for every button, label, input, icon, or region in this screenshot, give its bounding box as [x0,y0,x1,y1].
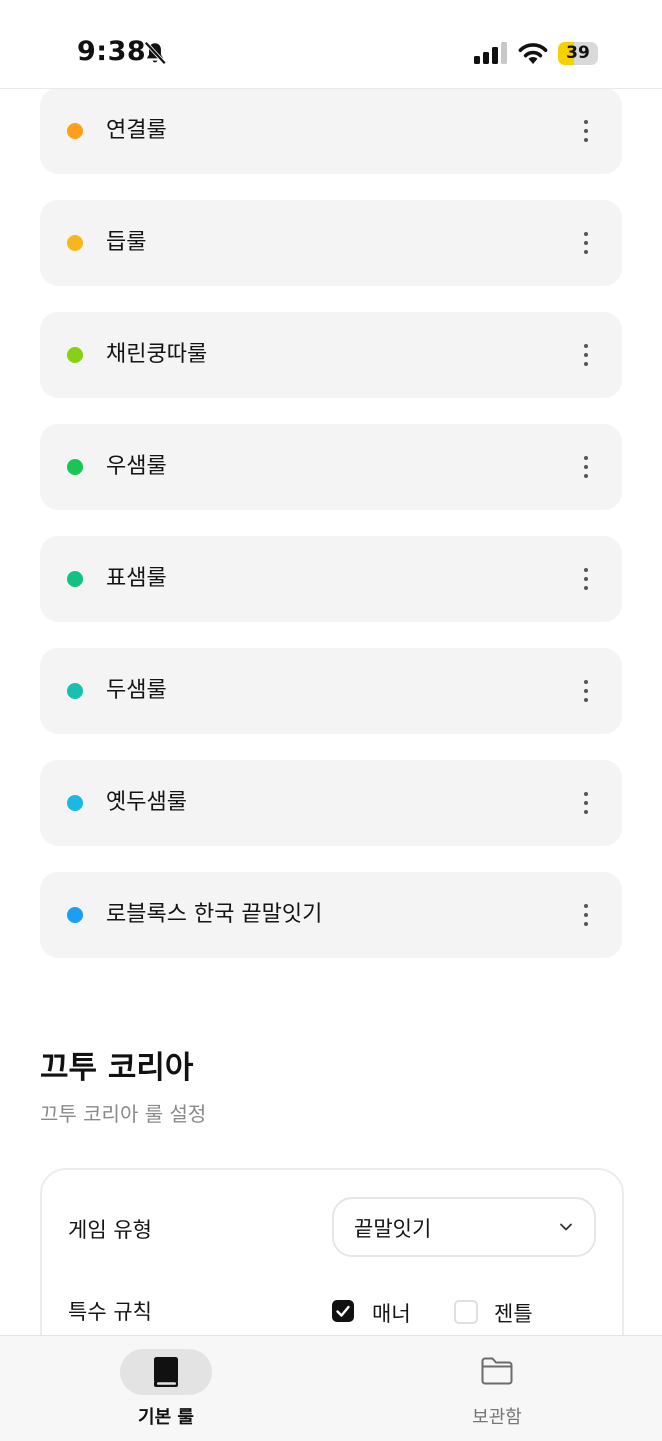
section-title: 끄투 코리아 [40,1050,194,1086]
rule-label: 듭룰 [106,230,147,255]
section-subtitle: 끄투 코리아 룰 설정 [40,1102,207,1126]
chevron-down-icon [560,1223,572,1231]
rule-color-dot [67,683,83,699]
more-options-icon[interactable] [576,452,596,482]
rule-label: 로블록스 한국 끝말잇기 [106,902,323,927]
rule-color-dot [67,459,83,475]
rule-color-dot [67,571,83,587]
rule-item-6[interactable]: 두샘룰 [40,648,622,734]
rule-label: 두샘룰 [106,678,167,703]
rule-color-dot [67,347,83,363]
more-options-icon[interactable] [576,116,596,146]
checkmark-icon [336,1305,350,1317]
rule-color-dot [67,235,83,251]
rule-color-dot [67,795,83,811]
cellular-signal-icon [474,42,507,64]
folder-icon[interactable] [480,1356,514,1386]
rule-item-3[interactable]: 채린쿵따룰 [40,312,622,398]
gentle-checkbox[interactable] [454,1300,478,1324]
rule-label: 연결룰 [106,118,167,143]
nav-item-basic-rules[interactable] [120,1349,212,1395]
game-type-select[interactable]: 끝말잇기 [332,1197,596,1257]
more-options-icon[interactable] [576,900,596,930]
bottom-nav: 기본 룰 보관함 [0,1335,662,1441]
special-rules-label: 특수 규칙 [68,1300,152,1324]
game-type-label: 게임 유형 [68,1218,152,1242]
rule-item-4[interactable]: 우샘룰 [40,424,622,510]
rule-label: 우샘룰 [106,454,167,479]
rule-item-8[interactable]: 로블록스 한국 끝말잇기 [40,872,622,958]
rule-label: 채린쿵따룰 [106,342,208,367]
rule-item-5[interactable]: 표샘룰 [40,536,622,622]
gentle-label[interactable]: 젠틀 [494,1298,533,1328]
nav-label-basic-rules[interactable]: 기본 룰 [106,1403,226,1429]
bell-slash-icon [144,41,167,65]
battery-indicator: 39 [558,42,598,65]
nav-label-archive[interactable]: 보관함 [437,1403,557,1429]
more-options-icon[interactable] [576,228,596,258]
manner-checkbox[interactable] [332,1300,354,1322]
more-options-icon[interactable] [576,788,596,818]
manner-label[interactable]: 매너 [372,1298,411,1328]
more-options-icon[interactable] [576,676,596,706]
wifi-icon [518,43,548,64]
battery-level: 39 [566,43,590,63]
rule-item-1[interactable]: 연결룰 [40,88,622,174]
more-options-icon[interactable] [576,340,596,370]
book-icon [154,1357,178,1387]
rule-color-dot [67,907,83,923]
rule-color-dot [67,123,83,139]
rule-label: 표샘룰 [106,566,167,591]
more-options-icon[interactable] [576,564,596,594]
rule-item-2[interactable]: 듭룰 [40,200,622,286]
status-time: 9:38 [77,36,147,67]
rule-item-7[interactable]: 옛두샘룰 [40,760,622,846]
status-bar: 9:38 39 [0,0,662,89]
game-type-value: 끝말잇기 [354,1217,432,1241]
rule-label: 옛두샘룰 [106,790,187,815]
